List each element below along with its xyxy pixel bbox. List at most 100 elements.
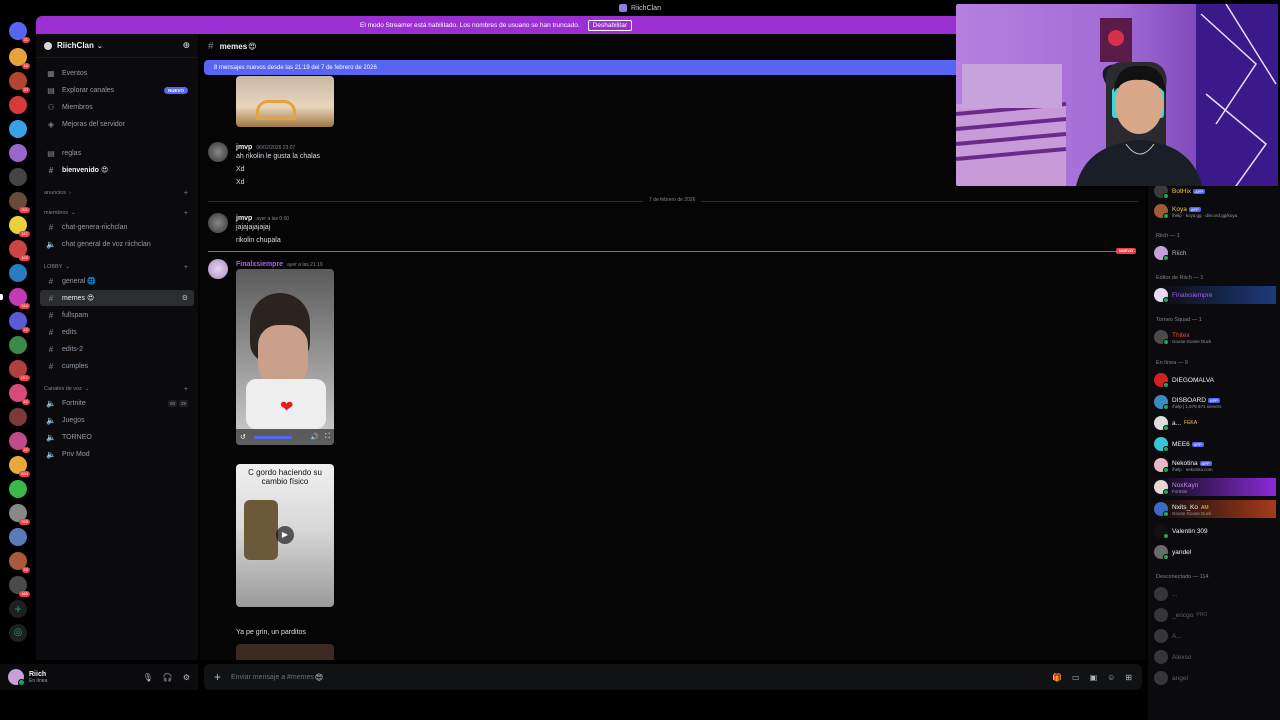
channel-general[interactable]: # general 🌐 [40,273,194,289]
channel-welcome[interactable]: # bienvenido 😍 [40,162,194,178]
microphone-icon[interactable]: 🎙 [143,673,153,682]
channel-cumples[interactable]: # cumples [40,358,194,374]
gear-icon[interactable]: ⚙ [183,673,190,682]
voice-juegos[interactable]: 🔈 Juegos [40,412,194,428]
member-item[interactable]: Koya APP/help · koya.gg · discord.gg/koya [1154,202,1276,220]
gif-icon[interactable]: ▭ [1072,673,1080,682]
avatar[interactable] [208,142,228,162]
member-item[interactable]: A... [1154,627,1276,645]
sticker-icon[interactable]: ▣ [1090,673,1098,682]
server-icon[interactable]: 465 [9,576,30,597]
add-channel-icon[interactable]: + [184,264,188,271]
voice-torneo[interactable]: 🔈 TORNEO [40,429,194,445]
apps-icon[interactable]: ⊞ [1125,673,1132,682]
member-item[interactable]: Nxits_Ko AM Goose Goose Duck [1154,500,1276,518]
server-icon[interactable] [9,408,27,426]
gift-icon[interactable]: 🎁 [1052,673,1062,682]
nav-members[interactable]: ⚇ Miembros [40,99,194,115]
server-icon[interactable] [9,120,27,138]
member-item[interactable]: a... FEKA [1154,414,1276,432]
category-miembros[interactable]: miembros ⌄ + [44,208,194,218]
member-item[interactable]: Alexso [1154,648,1276,666]
member-item[interactable]: DIEGOMALVA [1154,371,1276,389]
avatar[interactable] [8,669,25,686]
channel-fullspam[interactable]: # fullspam [40,307,194,323]
disable-streamer-button[interactable]: Deshabilitar [587,19,632,31]
avatar[interactable] [208,213,228,233]
voice-priv-mod[interactable]: 🔈 Priv Mod [40,446,194,462]
voice-fortnite[interactable]: 🔈 Fortnite 00 29 [40,395,194,411]
message-author[interactable]: Finalxsiempre [236,261,283,268]
category-anuncios[interactable]: anuncios › + [44,188,194,198]
server-icon[interactable]: 834 [9,456,30,477]
member-item[interactable]: BotHix APP [1154,184,1276,200]
channel-edits-2[interactable]: # edits-2 [40,341,194,357]
explore-servers-icon[interactable]: ◎ [9,624,27,642]
channel-rules[interactable]: ▤ reglas [40,145,194,161]
play-icon[interactable]: ▶ [276,526,294,544]
guild-header[interactable]: RiichClan ⌄ ⊕ [36,34,198,58]
server-icon[interactable]: 399 [9,504,30,525]
add-channel-icon[interactable]: + [184,210,188,217]
emoji-picker-icon[interactable]: ☺ [1107,673,1115,682]
server-icon[interactable]: 42 [9,312,30,333]
new-messages-bar[interactable]: 8 mensajes nuevos desde las 21:19 del 7 … [204,60,956,75]
headphones-icon[interactable]: 🎧 [163,673,173,682]
channel-chat-genera[interactable]: # chat-genera-riichclan [40,219,194,235]
server-icon[interactable]: 201 [9,192,30,213]
server-icon-active[interactable]: 319 [0,288,30,309]
category-voice[interactable]: Canales de voz ⌄ + [44,384,194,394]
image-attachment[interactable] [236,644,334,660]
server-icon[interactable]: 1K+ [9,360,30,381]
image-attachment[interactable] [236,76,334,127]
server-icon[interactable] [9,144,27,162]
server-icon[interactable]: 61 [9,384,30,405]
server-icon[interactable]: 98 [9,552,30,573]
nav-server-boost[interactable]: ◈ Mejoras del servidor [40,116,194,132]
server-icon[interactable] [9,264,27,282]
video-progress[interactable] [253,435,292,439]
member-item[interactable]: Thitex Goose Goose Duck [1154,328,1276,346]
server-icon[interactable] [9,528,27,546]
channel-settings-icon[interactable]: ⚙ [182,294,188,302]
invite-icon[interactable]: ⊕ [182,40,190,51]
server-icon[interactable]: 42 [9,432,30,453]
server-icon[interactable]: 102 [9,240,30,261]
replay-icon[interactable]: ↺ [240,433,246,441]
member-item[interactable]: MEE6 APP [1154,435,1276,453]
home-button[interactable]: 11 [9,22,30,43]
member-item[interactable]: _ericgo PRO [1154,606,1276,624]
channel-memes[interactable]: # memes 😍 ⚙ [40,290,194,306]
server-icon[interactable] [9,168,27,186]
video-attachment[interactable]: ❤ ↺ 🔊 ⛶ [236,269,334,445]
add-server-icon[interactable]: + [9,600,27,618]
server-icon[interactable] [9,336,27,354]
add-channel-icon[interactable]: + [184,190,188,197]
server-icon[interactable] [9,480,27,498]
server-icon[interactable]: 167 [9,216,30,237]
add-channel-icon[interactable]: + [184,386,188,393]
fullscreen-icon[interactable]: ⛶ [325,433,330,441]
message-author[interactable]: jmvp [236,215,252,222]
channel-voice-general[interactable]: 🔈 chat general de voz riichclan [40,236,194,252]
category-lobby[interactable]: LOBBY ⌄ + [44,262,194,272]
message-input[interactable]: Enviar mensaje a #memes [231,674,314,681]
member-item[interactable]: DISBOARD APP/help | 1,579,671 servers [1154,393,1276,411]
server-icon[interactable] [9,96,27,114]
nav-explore-channels[interactable]: ▤ Explorar canales NUEVO [40,82,194,98]
add-attachment-icon[interactable]: + [214,670,221,684]
video-attachment[interactable]: C gordo haciendo su cambio físico ▶ [236,464,334,607]
channel-edits[interactable]: # edits [40,324,194,340]
member-item[interactable]: angel [1154,669,1276,687]
member-item[interactable]: Valentin 309 [1154,522,1276,540]
member-item[interactable]: Riich [1154,244,1276,262]
nav-events[interactable]: ▦ Eventos [40,65,194,81]
server-icon[interactable]: 33 [9,72,30,93]
server-icon[interactable]: 18 [9,48,30,69]
member-item[interactable]: Nekotina APP/help · nekotina.com [1154,456,1276,474]
member-item[interactable]: ... [1154,585,1276,603]
member-item[interactable]: NoxKayn Fortnite [1154,478,1276,496]
volume-icon[interactable]: 🔊 [310,433,319,441]
member-item[interactable]: yandel [1154,543,1276,561]
avatar[interactable] [208,259,228,279]
